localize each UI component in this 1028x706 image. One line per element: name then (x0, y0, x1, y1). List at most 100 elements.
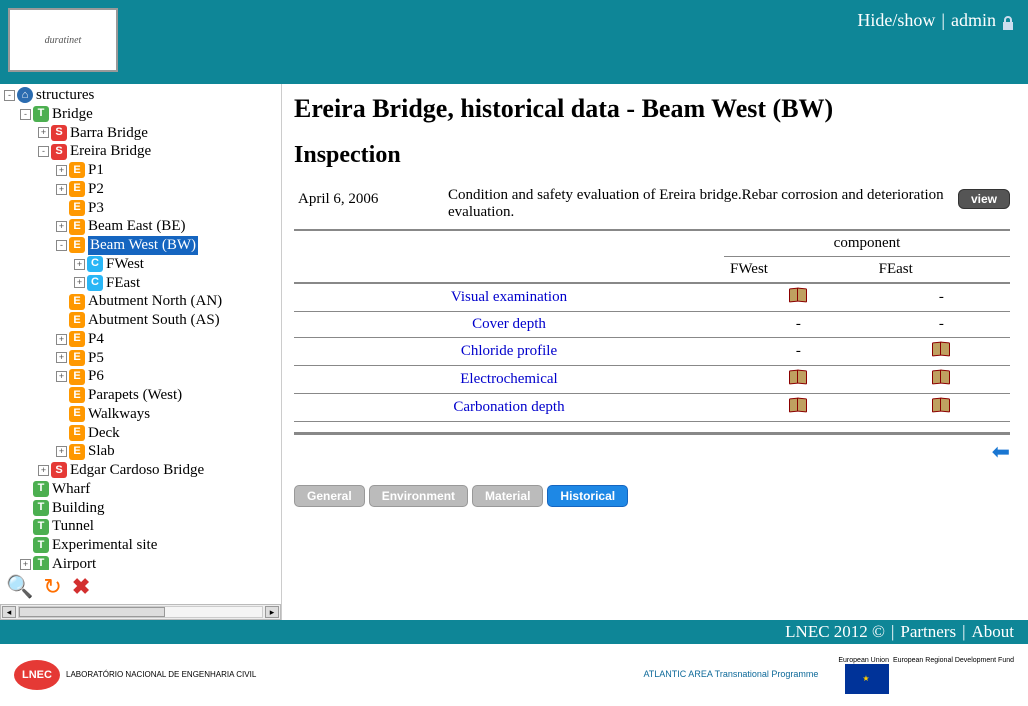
tree-label: Ereira Bridge (70, 142, 151, 161)
tree-label: Beam East (BE) (88, 217, 185, 236)
tree-spacer (20, 502, 31, 513)
expand-icon[interactable]: + (56, 446, 67, 457)
tree-node[interactable]: TTunnel (2, 517, 279, 536)
tree-node[interactable]: +CFWest (2, 255, 279, 274)
tree-label: P3 (88, 199, 104, 218)
tree-node[interactable]: +CFEast (2, 274, 279, 293)
tree-node[interactable]: -SEreira Bridge (2, 142, 279, 161)
expand-icon[interactable]: + (56, 334, 67, 345)
close-icon[interactable]: ✖ (72, 574, 90, 600)
admin-link[interactable]: admin (951, 10, 996, 31)
tree-node[interactable]: -TBridge (2, 105, 279, 124)
horiz-scrollbar[interactable]: ◂ ▸ (0, 604, 281, 620)
expand-icon[interactable]: + (74, 259, 85, 270)
tree-node[interactable]: TBuilding (2, 499, 279, 518)
row-label[interactable]: Carbonation depth (294, 394, 724, 422)
sidebar: -⌂structures-TBridge+SBarra Bridge-SErei… (0, 84, 282, 620)
collapse-icon[interactable]: - (38, 146, 49, 157)
table-cell: - (724, 312, 873, 338)
tree-node[interactable]: +SBarra Bridge (2, 124, 279, 143)
expand-icon[interactable]: + (56, 184, 67, 195)
tree-node[interactable]: TExperimental site (2, 536, 279, 555)
tree-node[interactable]: EParapets (West) (2, 386, 279, 405)
about-link[interactable]: About (972, 622, 1015, 642)
book-icon[interactable] (932, 342, 950, 356)
expand-icon[interactable]: + (20, 559, 31, 570)
row-label[interactable]: Visual examination (294, 283, 724, 312)
expand-icon[interactable]: + (38, 465, 49, 476)
lock-icon (1002, 14, 1014, 28)
book-icon[interactable] (789, 370, 807, 384)
tree-spacer (56, 390, 67, 401)
tree-node[interactable]: EP3 (2, 199, 279, 218)
tree-node[interactable]: +EP2 (2, 180, 279, 199)
hide-show-link[interactable]: Hide/show (857, 10, 935, 31)
tab-historical[interactable]: Historical (547, 485, 628, 507)
scroll-right[interactable]: ▸ (265, 606, 279, 618)
table-cell[interactable] (724, 394, 873, 422)
tree-node[interactable]: TWharf (2, 480, 279, 499)
expand-icon[interactable]: + (56, 165, 67, 176)
eu-text: European Regional Development Fund (893, 657, 1014, 665)
type-badge-T: T (33, 537, 49, 553)
tree-label: P1 (88, 161, 104, 180)
table-row: Carbonation depth (294, 394, 1010, 422)
book-icon[interactable] (789, 398, 807, 412)
scroll-left[interactable]: ◂ (2, 606, 16, 618)
tree-node[interactable]: +EP6 (2, 367, 279, 386)
tree-node[interactable]: -⌂structures (2, 86, 279, 105)
expand-icon[interactable]: + (74, 277, 85, 288)
tree-node[interactable]: +EP1 (2, 161, 279, 180)
row-label[interactable]: Chloride profile (294, 338, 724, 366)
table-cell[interactable] (873, 338, 1010, 366)
header-links: Hide/show | admin (857, 0, 1028, 31)
tab-environment[interactable]: Environment (369, 485, 468, 507)
tree-node[interactable]: EAbutment South (AS) (2, 311, 279, 330)
table-cell[interactable] (873, 366, 1010, 394)
tree-node[interactable]: +TAirport (2, 555, 279, 570)
expand-icon[interactable]: + (56, 352, 67, 363)
book-icon[interactable] (932, 370, 950, 384)
table-row: Chloride profile- (294, 338, 1010, 366)
back-arrow-icon[interactable]: ⬅ (992, 439, 1010, 465)
table-cell[interactable] (724, 366, 873, 394)
partners-link[interactable]: Partners (900, 622, 956, 642)
view-button[interactable]: view (958, 189, 1010, 209)
reload-icon[interactable]: ↻ (43, 574, 61, 600)
tree-label: Edgar Cardoso Bridge (70, 461, 204, 480)
tab-general[interactable]: General (294, 485, 365, 507)
component-header: component (724, 231, 1010, 257)
collapse-icon[interactable]: - (56, 240, 67, 251)
table-cell[interactable] (724, 283, 873, 312)
expand-icon[interactable]: + (56, 221, 67, 232)
tree-label: FEast (106, 274, 140, 293)
tree-node[interactable]: -EBeam West (BW) (2, 236, 279, 255)
scroll-thumb[interactable] (19, 607, 165, 617)
tree-node[interactable]: +EBeam East (BE) (2, 217, 279, 236)
tab-material[interactable]: Material (472, 485, 543, 507)
row-label[interactable]: Electrochemical (294, 366, 724, 394)
collapse-icon[interactable]: - (4, 90, 15, 101)
tree-node[interactable]: +ESlab (2, 442, 279, 461)
type-badge-T: T (33, 519, 49, 535)
tree-node[interactable]: +SEdgar Cardoso Bridge (2, 461, 279, 480)
tree-node[interactable]: +EP4 (2, 330, 279, 349)
type-badge-C: C (87, 256, 103, 272)
expand-icon[interactable]: + (38, 127, 49, 138)
tree-node[interactable]: +EP5 (2, 349, 279, 368)
collapse-icon[interactable]: - (20, 109, 31, 120)
book-icon[interactable] (789, 288, 807, 302)
scroll-track[interactable] (18, 606, 263, 618)
table-cell[interactable] (873, 394, 1010, 422)
atlantic-logo: ATLANTIC AREA Transnational Programme (643, 670, 818, 680)
search-icon[interactable]: 🔍 (6, 574, 33, 600)
expand-icon[interactable]: + (56, 371, 67, 382)
tree-node[interactable]: EAbutment North (AN) (2, 292, 279, 311)
type-badge-E: E (69, 162, 85, 178)
row-label[interactable]: Cover depth (294, 312, 724, 338)
type-badge-T: T (33, 500, 49, 516)
tree-node[interactable]: EDeck (2, 424, 279, 443)
book-icon[interactable] (932, 398, 950, 412)
type-badge-T: T (33, 106, 49, 122)
tree-node[interactable]: EWalkways (2, 405, 279, 424)
